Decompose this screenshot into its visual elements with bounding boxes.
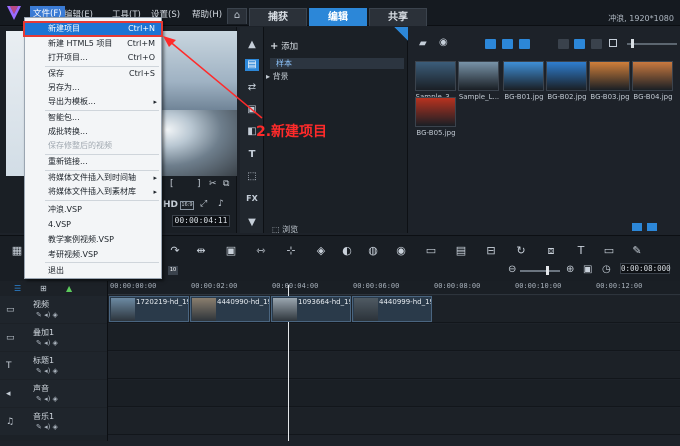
video-clip[interactable]: 1093664-hd_19... [271,296,351,322]
annotation-label: 2.新建项目 [256,124,328,140]
video-clip[interactable]: 4440999-hd_19... [352,296,432,322]
video-clip[interactable]: 1720219-hd_19... [109,296,189,322]
clip-thumbnail [111,298,135,321]
clip-thumbnail [273,298,297,321]
annotation-arrow [163,36,263,119]
clip-thumbnail [354,298,378,321]
clip-thumbnail [192,298,216,321]
video-clip[interactable]: 4440990-hd_19... [190,296,270,322]
